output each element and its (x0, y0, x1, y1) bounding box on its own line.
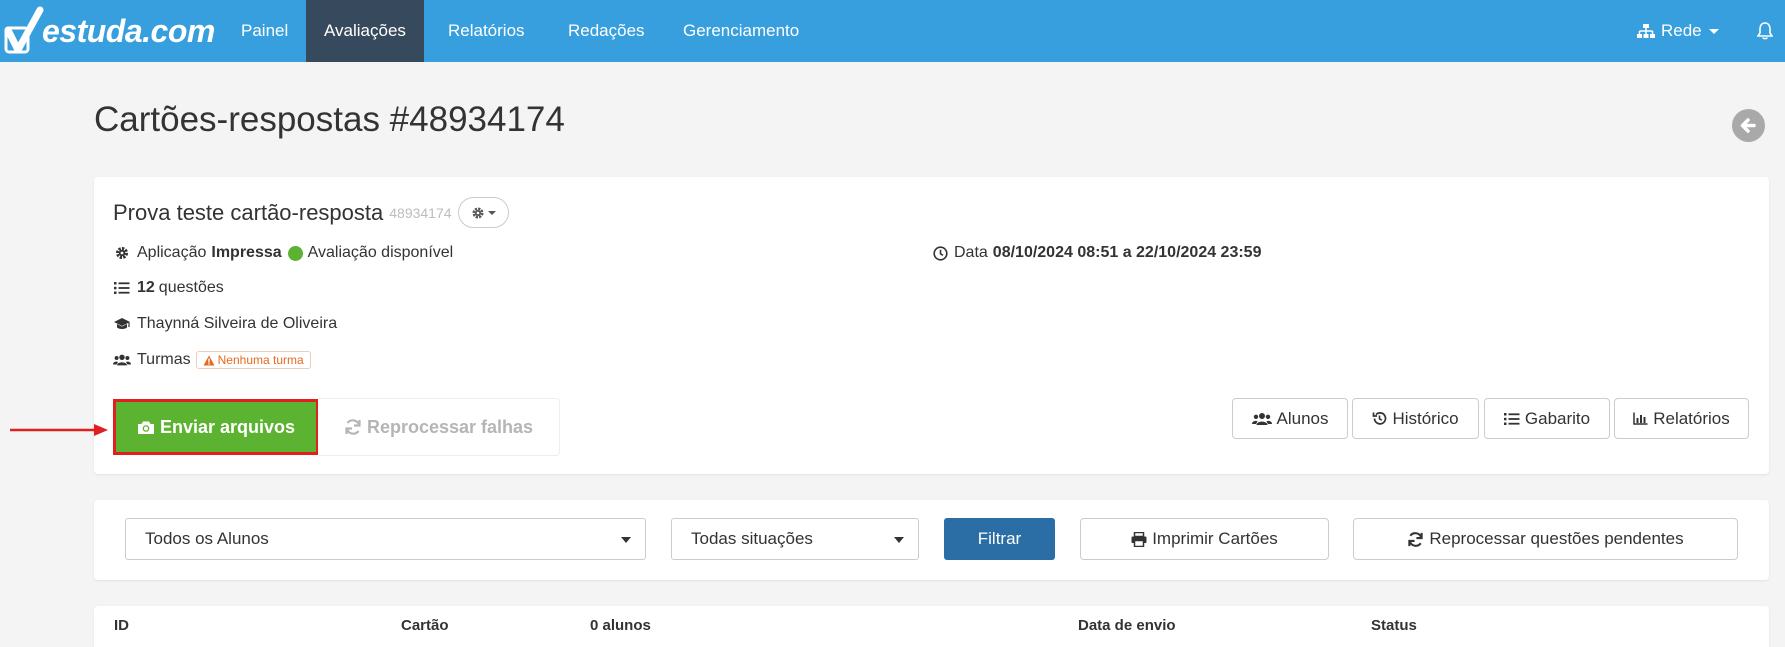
chevron-down-icon (487, 210, 496, 215)
check-logo-icon (4, 6, 44, 54)
list-icon (113, 280, 131, 296)
network-dropdown[interactable]: Rede (1637, 0, 1719, 62)
send-files-label: Enviar arquivos (159, 416, 296, 437)
brand-name: estuda.com (42, 12, 215, 49)
teacher-name: Thaynná Silveira de Oliveira (137, 315, 338, 332)
reprocess-pending-label: Reprocessar questões pendentes (1429, 529, 1684, 548)
refresh-icon (345, 419, 361, 435)
page-title: Cartões-respostas #48934174 (94, 100, 565, 139)
brand-logo[interactable]: estuda.com (4, 4, 215, 58)
notifications-button[interactable] (1757, 0, 1773, 62)
clock-icon (933, 245, 948, 261)
users-icon (1251, 412, 1272, 425)
date-row: Data 08/10/2024 08:51 a 22/10/2024 23:59 (933, 244, 1261, 262)
date-value: 08/10/2024 08:51 a 22/10/2024 23:59 (992, 244, 1262, 261)
reprocess-failures-label: Reprocessar falhas (366, 416, 534, 437)
students-label: Alunos (1276, 408, 1329, 428)
exam-summary-card: Prova teste cartão-resposta 48934174 Apl… (94, 177, 1769, 474)
nav-avaliacoes[interactable]: Avaliações (306, 0, 424, 62)
reports-button[interactable]: Relatórios (1614, 398, 1749, 439)
exam-title-row: Prova teste cartão-resposta 48934174 (113, 197, 509, 228)
nav-redacoes[interactable]: Redações (550, 0, 663, 62)
exam-title: Prova teste cartão-resposta (113, 199, 384, 225)
students-button[interactable]: Alunos (1232, 398, 1348, 439)
questions-label: questões (158, 279, 224, 296)
send-files-button[interactable]: Enviar arquivos (113, 399, 319, 455)
status-select[interactable]: Todas situações (671, 518, 919, 560)
annotation-arrow-icon (10, 424, 108, 436)
availability-status: Avaliação disponível (307, 244, 454, 261)
history-button[interactable]: Histórico (1352, 398, 1479, 439)
filters-card: Todos os Alunos Todas situações Filtrar … (94, 500, 1769, 580)
teacher-row: Thaynná Silveira de Oliveira (113, 315, 337, 333)
reprocess-pending-button[interactable]: Reprocessar questões pendentes (1353, 518, 1738, 560)
column-header-card[interactable]: Cartão (401, 617, 449, 634)
date-label: Data (954, 244, 988, 261)
history-icon (1373, 412, 1387, 425)
network-label: Rede (1661, 21, 1702, 40)
print-icon (1131, 531, 1147, 547)
chevron-down-icon (621, 537, 631, 543)
camera-icon (137, 421, 154, 434)
sitemap-icon (1637, 24, 1655, 38)
results-table: ID Cartão 0 alunos Data de envio Status (94, 606, 1769, 647)
print-cards-label: Imprimir Cartões (1152, 529, 1278, 548)
bell-icon (1757, 22, 1773, 40)
application-row: Aplicação Impressa Avaliação disponível (113, 244, 453, 262)
print-cards-button[interactable]: Imprimir Cartões (1080, 518, 1329, 560)
column-header-sent-date[interactable]: Data de envio (1078, 617, 1176, 634)
bar-chart-icon (1633, 412, 1648, 425)
nav-relatorios[interactable]: Relatórios (430, 0, 543, 62)
questions-count: 12 (137, 279, 155, 296)
chevron-down-icon (894, 537, 904, 543)
gear-icon (472, 207, 484, 218)
no-class-text: Nenhuma turma (217, 353, 304, 367)
reprocess-failures-button[interactable]: Reprocessar falhas (318, 398, 560, 456)
list-icon (1503, 412, 1520, 425)
warning-icon (203, 355, 215, 365)
refresh-icon (1408, 531, 1424, 547)
gear-icon (113, 245, 131, 261)
chevron-down-icon (1708, 28, 1719, 34)
column-header-students[interactable]: 0 alunos (590, 617, 651, 634)
users-icon (113, 352, 131, 368)
exam-settings-button[interactable] (457, 197, 509, 228)
application-value: Impressa (211, 244, 282, 261)
column-header-status[interactable]: Status (1371, 617, 1417, 634)
top-navbar: estuda.com Painel Avaliações Relatórios … (0, 0, 1785, 62)
history-label: Histórico (1392, 408, 1459, 428)
back-button[interactable] (1732, 109, 1765, 142)
status-select-value: Todas situações (691, 529, 813, 548)
students-select[interactable]: Todos os Alunos (125, 518, 646, 560)
answer-key-label: Gabarito (1524, 408, 1591, 428)
status-dot (287, 245, 303, 261)
graduation-cap-icon (113, 316, 131, 332)
nav-gerenciamento[interactable]: Gerenciamento (665, 0, 817, 62)
reports-label: Relatórios (1653, 408, 1730, 428)
classes-label: Turmas (137, 351, 191, 368)
arrow-left-circle-icon (1740, 118, 1756, 133)
classes-row: Turmas Nenhuma turma (113, 351, 311, 369)
students-select-value: Todos os Alunos (145, 529, 269, 548)
questions-row: 12 questões (113, 279, 224, 297)
exam-id: 48934174 (389, 204, 452, 221)
no-class-badge: Nenhuma turma (195, 351, 311, 369)
application-label: Aplicação (137, 244, 207, 261)
column-header-id[interactable]: ID (114, 617, 129, 634)
nav-painel[interactable]: Painel (223, 0, 306, 62)
answer-key-button[interactable]: Gabarito (1484, 398, 1610, 439)
filter-button[interactable]: Filtrar (944, 518, 1055, 560)
